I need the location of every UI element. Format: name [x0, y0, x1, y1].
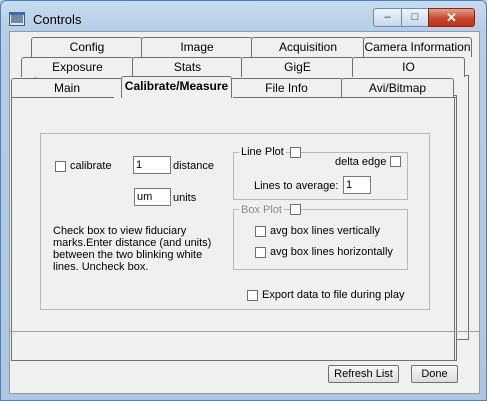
tab-page-top-border: [12, 97, 114, 98]
calibrate-label: calibrate: [70, 160, 112, 172]
avg-vertical-label: avg box lines vertically: [270, 225, 381, 237]
tab-page-top-border: [233, 97, 456, 98]
refresh-list-button[interactable]: Refresh List: [328, 365, 399, 383]
maximize-button[interactable]: □: [401, 8, 429, 27]
line-plot-label: Line Plot: [239, 146, 286, 158]
calibrate-help-text: Check box to view fiduciary marks.Enter …: [53, 225, 212, 273]
close-button[interactable]: ✕: [428, 8, 475, 27]
tab-io[interactable]: IO: [352, 57, 465, 77]
delta-edge-label: delta edge: [335, 156, 387, 168]
tab-image[interactable]: Image: [141, 37, 253, 57]
done-button[interactable]: Done: [411, 365, 458, 383]
tab-file-info[interactable]: File Info: [230, 78, 343, 98]
export-label: Export data to file during play: [262, 289, 405, 301]
tab-exposure[interactable]: Exposure: [21, 57, 134, 77]
window-title: Controls: [33, 12, 82, 27]
line-plot-checkbox[interactable]: [290, 147, 301, 158]
units-label: units: [173, 192, 197, 204]
lines-to-average-label: Lines to average:: [254, 180, 339, 192]
tab-calibrate-measure[interactable]: Calibrate/Measure: [121, 76, 232, 98]
dialog-client-area: Config Image Acquisition Camera Informat…: [9, 31, 480, 394]
tab-gige[interactable]: GigE: [241, 57, 354, 77]
calibrate-checkbox[interactable]: [55, 161, 66, 172]
tab-main[interactable]: Main: [11, 78, 123, 98]
box-plot-group: [233, 209, 408, 270]
tab-camera-information[interactable]: Camera Information: [363, 37, 472, 57]
export-checkbox[interactable]: [247, 290, 258, 301]
distance-label: distance: [173, 160, 214, 172]
minimize-button[interactable]: –: [373, 8, 402, 27]
units-input[interactable]: [134, 188, 171, 206]
box-plot-checkbox[interactable]: [290, 204, 301, 215]
lines-to-average-input[interactable]: [343, 176, 371, 194]
distance-input[interactable]: [133, 156, 171, 174]
footer-divider: [10, 331, 479, 332]
tab-avi-bitmap[interactable]: Avi/Bitmap: [341, 78, 454, 98]
avg-horizontal-label: avg box lines horizontally: [270, 246, 393, 258]
tab-acquisition[interactable]: Acquisition: [251, 37, 365, 57]
tab-stats[interactable]: Stats: [132, 57, 243, 77]
avg-horizontal-checkbox[interactable]: [255, 247, 266, 258]
avg-vertical-checkbox[interactable]: [255, 226, 266, 237]
box-plot-label: Box Plot: [239, 204, 284, 216]
controls-window: Controls – □ ✕ Config Image Acquisition …: [0, 0, 487, 401]
delta-edge-checkbox[interactable]: [390, 156, 401, 167]
tab-config[interactable]: Config: [31, 37, 143, 57]
app-window-icon: [9, 12, 25, 26]
